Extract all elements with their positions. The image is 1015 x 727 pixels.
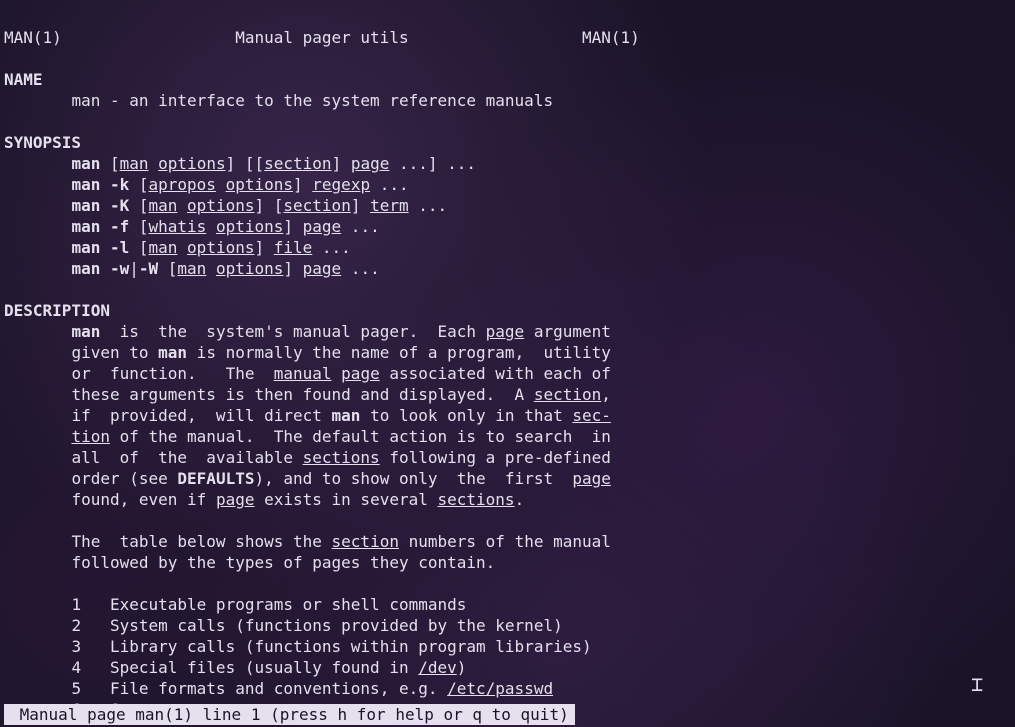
- header-left: MAN(1): [4, 28, 62, 47]
- syn-cmd: man: [71, 154, 100, 173]
- table-row: 3 Library calls (functions within progra…: [71, 637, 591, 656]
- desc-text: order (see: [71, 469, 177, 488]
- desc-text: associated with each of: [380, 364, 611, 383]
- desc-sec: sec-: [572, 406, 611, 425]
- section-name-heading: NAME: [4, 70, 43, 89]
- desc-page: page: [216, 490, 255, 509]
- desc-text: or function. The: [71, 364, 273, 383]
- desc-text: exists in several: [254, 490, 437, 509]
- syn-arg: file: [274, 238, 313, 257]
- syn-cmd: man -l: [71, 238, 129, 257]
- syn-arg: section: [283, 196, 350, 215]
- desc-manual: manual: [274, 364, 332, 383]
- desc-man: man: [71, 322, 100, 341]
- desc-text: of the manual. The default action is to …: [110, 427, 611, 446]
- syn-arg: whatis: [149, 217, 207, 236]
- desc-text: is normally the name of a program, utili…: [187, 343, 611, 362]
- desc-section: section: [534, 385, 601, 404]
- syn-arg: man: [177, 259, 206, 278]
- desc-text: numbers of the manual: [399, 532, 611, 551]
- syn-arg: options: [158, 154, 225, 173]
- table-row: 4 Special files (usually found in: [71, 658, 418, 677]
- syn-arg: page: [303, 217, 342, 236]
- desc-man: man: [158, 343, 187, 362]
- name-line: man - an interface to the system referen…: [71, 91, 553, 110]
- syn-arg: options: [226, 175, 293, 194]
- desc-text: if provided, will direct: [71, 406, 331, 425]
- table-row: 1 Executable programs or shell commands: [71, 595, 466, 614]
- section-description-heading: DESCRIPTION: [4, 301, 110, 320]
- syn-arg: options: [187, 238, 254, 257]
- table-path: /dev: [418, 658, 457, 677]
- syn-arg: page: [351, 154, 390, 173]
- table-path: /etc/passwd: [447, 679, 553, 698]
- desc-page: page: [486, 322, 525, 341]
- desc-text: argument: [524, 322, 611, 341]
- desc-text: these arguments is then found and displa…: [71, 385, 533, 404]
- desc-text: ), and to show only the first: [254, 469, 572, 488]
- text-cursor-icon: ⌶: [971, 674, 983, 695]
- desc-text: .: [515, 490, 525, 509]
- desc-text: followed by the types of pages they cont…: [71, 553, 495, 572]
- desc-tion: tion: [71, 427, 110, 446]
- syn-arg: man: [149, 238, 178, 257]
- header-center: Manual pager utils: [235, 28, 408, 47]
- desc-section: section: [332, 532, 399, 551]
- syn-arg: options: [187, 196, 254, 215]
- desc-text: is the system's manual pager. Each: [100, 322, 485, 341]
- syn-arg: page: [303, 259, 342, 278]
- desc-defaults: DEFAULTS: [177, 469, 254, 488]
- table-row: 5 File formats and conventions, e.g.: [71, 679, 447, 698]
- desc-text: found, even if: [71, 490, 216, 509]
- desc-text: all of the available: [71, 448, 302, 467]
- desc-text: following a pre-defined: [380, 448, 611, 467]
- syn-arg: options: [216, 259, 283, 278]
- syn-arg: term: [370, 196, 409, 215]
- desc-sections: sections: [303, 448, 380, 467]
- desc-text: The table below shows the: [71, 532, 331, 551]
- syn-cmd: man -K: [71, 196, 129, 215]
- pager-status-bar: Manual page man(1) line 1 (press h for h…: [4, 704, 575, 725]
- syn-arg: man: [120, 154, 149, 173]
- desc-text: ,: [601, 385, 611, 404]
- desc-man: man: [332, 406, 361, 425]
- syn-arg: regexp: [312, 175, 370, 194]
- syn-arg: options: [216, 217, 283, 236]
- section-synopsis-heading: SYNOPSIS: [4, 133, 81, 152]
- syn-arg: section: [264, 154, 331, 173]
- table-row: 2 System calls (functions provided by th…: [71, 616, 562, 635]
- desc-sections: sections: [438, 490, 515, 509]
- syn-cmd: man -f: [71, 217, 129, 236]
- desc-page: page: [572, 469, 611, 488]
- man-page-viewer[interactable]: MAN(1) Manual pager utils MAN(1) NAME ma…: [0, 0, 1015, 720]
- syn-cmd: -W: [139, 259, 158, 278]
- table-row: ): [457, 658, 467, 677]
- desc-text: to look only in that: [360, 406, 572, 425]
- desc-text: given to: [71, 343, 158, 362]
- header-right: MAN(1): [582, 28, 640, 47]
- syn-cmd: man -w: [71, 259, 129, 278]
- desc-page: page: [341, 364, 380, 383]
- syn-arg: man: [149, 196, 178, 215]
- syn-pipe: |: [129, 259, 139, 278]
- syn-cmd: man -k: [71, 175, 129, 194]
- syn-arg: apropos: [149, 175, 216, 194]
